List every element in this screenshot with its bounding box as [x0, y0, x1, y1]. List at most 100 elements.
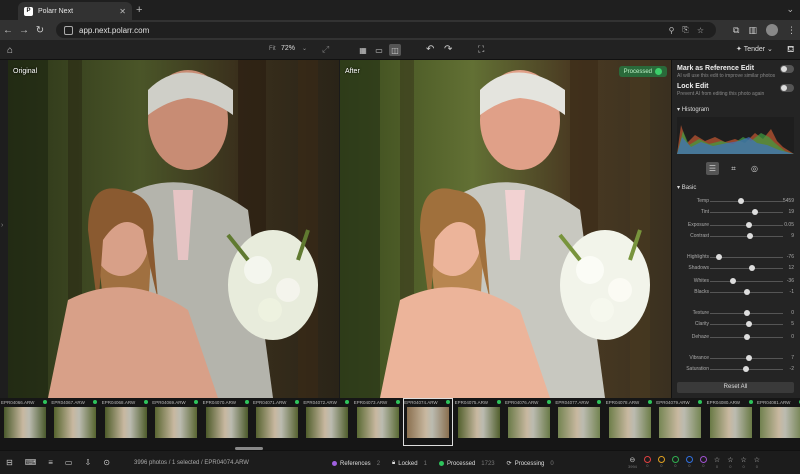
zoom-icon[interactable]: ⚲ — [669, 26, 675, 35]
reload-icon[interactable]: ↻ — [32, 25, 48, 36]
slider-shadows[interactable]: Shadows 12 — [672, 264, 800, 273]
filmstrip-thumbnail[interactable] — [457, 407, 500, 438]
slider-value[interactable]: 0 — [791, 310, 794, 316]
filmstrip-item[interactable]: EPR04068.ARW — [101, 398, 151, 447]
tab-search-chevron-icon[interactable]: ⌄ — [786, 4, 794, 15]
style-selector[interactable]: ✦ Tender ⌄ — [736, 45, 773, 53]
filmstrip-item[interactable]: EPR04077.ARW — [554, 398, 604, 447]
keyboard-icon[interactable]: ⌨ — [25, 458, 37, 467]
filmstrip-thumbnail[interactable] — [558, 407, 601, 438]
filmstrip-thumbnail[interactable] — [356, 407, 399, 438]
slider-knob[interactable] — [745, 321, 752, 327]
sort-icon[interactable]: ≡ — [48, 458, 53, 467]
slider-value[interactable]: 5 — [791, 321, 794, 327]
rating-filter[interactable]: 0 — [671, 456, 679, 469]
slider-vibrance[interactable]: Vibrance 7 — [672, 354, 800, 363]
slider-knob[interactable] — [746, 355, 753, 361]
slider-tint[interactable]: Tint 19 — [672, 208, 800, 217]
filmstrip-item[interactable]: EPR04069.ARW — [151, 398, 201, 447]
single-view-icon[interactable]: ▭ — [373, 44, 385, 56]
slider-track[interactable] — [710, 201, 783, 202]
slider-value[interactable]: -2 — [790, 366, 794, 372]
slider-knob[interactable] — [730, 278, 737, 284]
slider-value[interactable]: 7 — [791, 355, 794, 361]
slider-value[interactable]: 5459 — [783, 198, 794, 204]
original-photo[interactable]: Original — [8, 60, 339, 398]
slider-knob[interactable] — [737, 198, 744, 204]
rating-filter[interactable]: ☆ 0 — [740, 456, 746, 469]
filmstrip-thumbnail[interactable] — [608, 407, 651, 438]
slider-knob[interactable] — [743, 334, 750, 340]
filmstrip-thumbnail[interactable] — [659, 407, 702, 438]
rating-filter[interactable]: 0 — [685, 456, 693, 469]
home-icon[interactable]: ⌂ — [7, 45, 13, 56]
address-bar[interactable]: app.next.polarr.com ⚲ ⎘ ☆ — [56, 22, 716, 38]
slider-value[interactable]: 12 — [788, 265, 794, 271]
filmstrip-thumbnail[interactable] — [205, 407, 248, 438]
filmstrip-item[interactable]: EPR04071.ARW — [252, 398, 302, 447]
forward-icon[interactable]: → — [16, 25, 32, 36]
filmstrip-thumbnail[interactable] — [508, 407, 550, 438]
bookmark-star-icon[interactable]: ☆ — [697, 26, 704, 35]
folder-icon[interactable]: ▭ — [65, 458, 73, 467]
filmstrip-item[interactable]: EPR04075.ARW — [454, 398, 504, 447]
slider-whites[interactable]: Whites -36 — [672, 277, 800, 286]
rating-filter[interactable]: 0 — [657, 456, 665, 469]
slider-knob[interactable] — [749, 265, 756, 271]
panel-toggle-icon[interactable]: ⊟ — [6, 458, 13, 467]
slider-value[interactable]: 19 — [788, 209, 794, 215]
filmstrip-thumbnail[interactable] — [4, 407, 46, 438]
slider-contrast[interactable]: Contrast 9 — [672, 232, 800, 241]
slider-track[interactable] — [710, 268, 783, 269]
slider-saturation[interactable]: Saturation -2 — [672, 365, 800, 374]
slider-knob[interactable] — [747, 233, 754, 239]
slider-knob[interactable] — [743, 289, 750, 295]
lock-edit-toggle[interactable] — [780, 84, 794, 92]
grid-view-icon[interactable]: ▦ — [357, 44, 369, 56]
shopping-bag-icon[interactable]: ⛾ — [787, 44, 794, 56]
rating-filter[interactable]: ☆ 0 — [714, 456, 720, 469]
slider-value[interactable]: 9 — [791, 233, 794, 239]
slider-knob[interactable] — [742, 366, 749, 372]
slider-dehaze[interactable]: Dehaze 0 — [672, 333, 800, 342]
filmstrip-thumbnail[interactable] — [155, 407, 198, 438]
site-info-icon[interactable] — [64, 25, 73, 35]
compare-split-icon[interactable]: ⤢ — [322, 44, 329, 55]
filter-references[interactable]: References 2 — [332, 460, 380, 467]
slider-knob[interactable] — [752, 209, 759, 215]
rating-filter[interactable]: ⊖ 3994 — [628, 456, 637, 469]
edited-photo[interactable]: After Processed — [340, 60, 671, 398]
filmstrip-thumbnail[interactable] — [54, 407, 97, 438]
close-tab-icon[interactable]: ✕ — [119, 7, 126, 16]
fit-label[interactable]: Fit — [269, 46, 276, 52]
filmstrip-item[interactable]: EPR04078.ARW — [605, 398, 655, 447]
new-tab-icon[interactable]: + — [136, 4, 142, 16]
slider-knob[interactable] — [745, 222, 752, 228]
filmstrip-thumbnail[interactable] — [104, 407, 147, 438]
expand-left-icon[interactable]: › — [1, 222, 3, 229]
sidepanel-icon[interactable]: ▥ — [748, 25, 757, 36]
slider-value[interactable]: 0.05 — [784, 222, 794, 228]
side-by-side-view-icon[interactable]: ◫ — [389, 44, 401, 56]
undo-icon[interactable]: ↶ — [426, 44, 434, 55]
filmstrip-thumbnail[interactable] — [256, 407, 298, 438]
redo-icon[interactable]: ↷ — [444, 44, 452, 55]
reference-edit-toggle[interactable] — [780, 65, 794, 73]
filmstrip-item[interactable]: EPR04080.ARW — [706, 398, 756, 447]
filmstrip-item[interactable]: EPR04066.ARW — [0, 398, 50, 447]
crop-icon[interactable]: ⌗ — [727, 162, 740, 175]
filmstrip-item[interactable]: EPR04074.ARW — [403, 398, 454, 447]
filmstrip-item[interactable]: EPR04079.ARW — [655, 398, 705, 447]
reset-all-button[interactable]: Reset All — [677, 382, 794, 393]
slider-knob[interactable] — [715, 254, 722, 260]
url-text[interactable]: app.next.polarr.com — [79, 26, 149, 35]
browser-tab[interactable]: P Polarr Next ✕ — [18, 2, 132, 20]
export-icon[interactable]: ⇩ — [84, 458, 91, 467]
rating-filter[interactable]: ☆ 0 — [727, 456, 733, 469]
filter-processed[interactable]: Processed 1723 — [438, 460, 495, 467]
slider-knob[interactable] — [743, 310, 750, 316]
filmstrip-thumbnail[interactable] — [709, 407, 752, 438]
slider-blacks[interactable]: Blacks -1 — [672, 288, 800, 297]
filmstrip-thumbnail[interactable] — [760, 407, 800, 438]
slider-highlights[interactable]: Highlights -76 — [672, 253, 800, 262]
